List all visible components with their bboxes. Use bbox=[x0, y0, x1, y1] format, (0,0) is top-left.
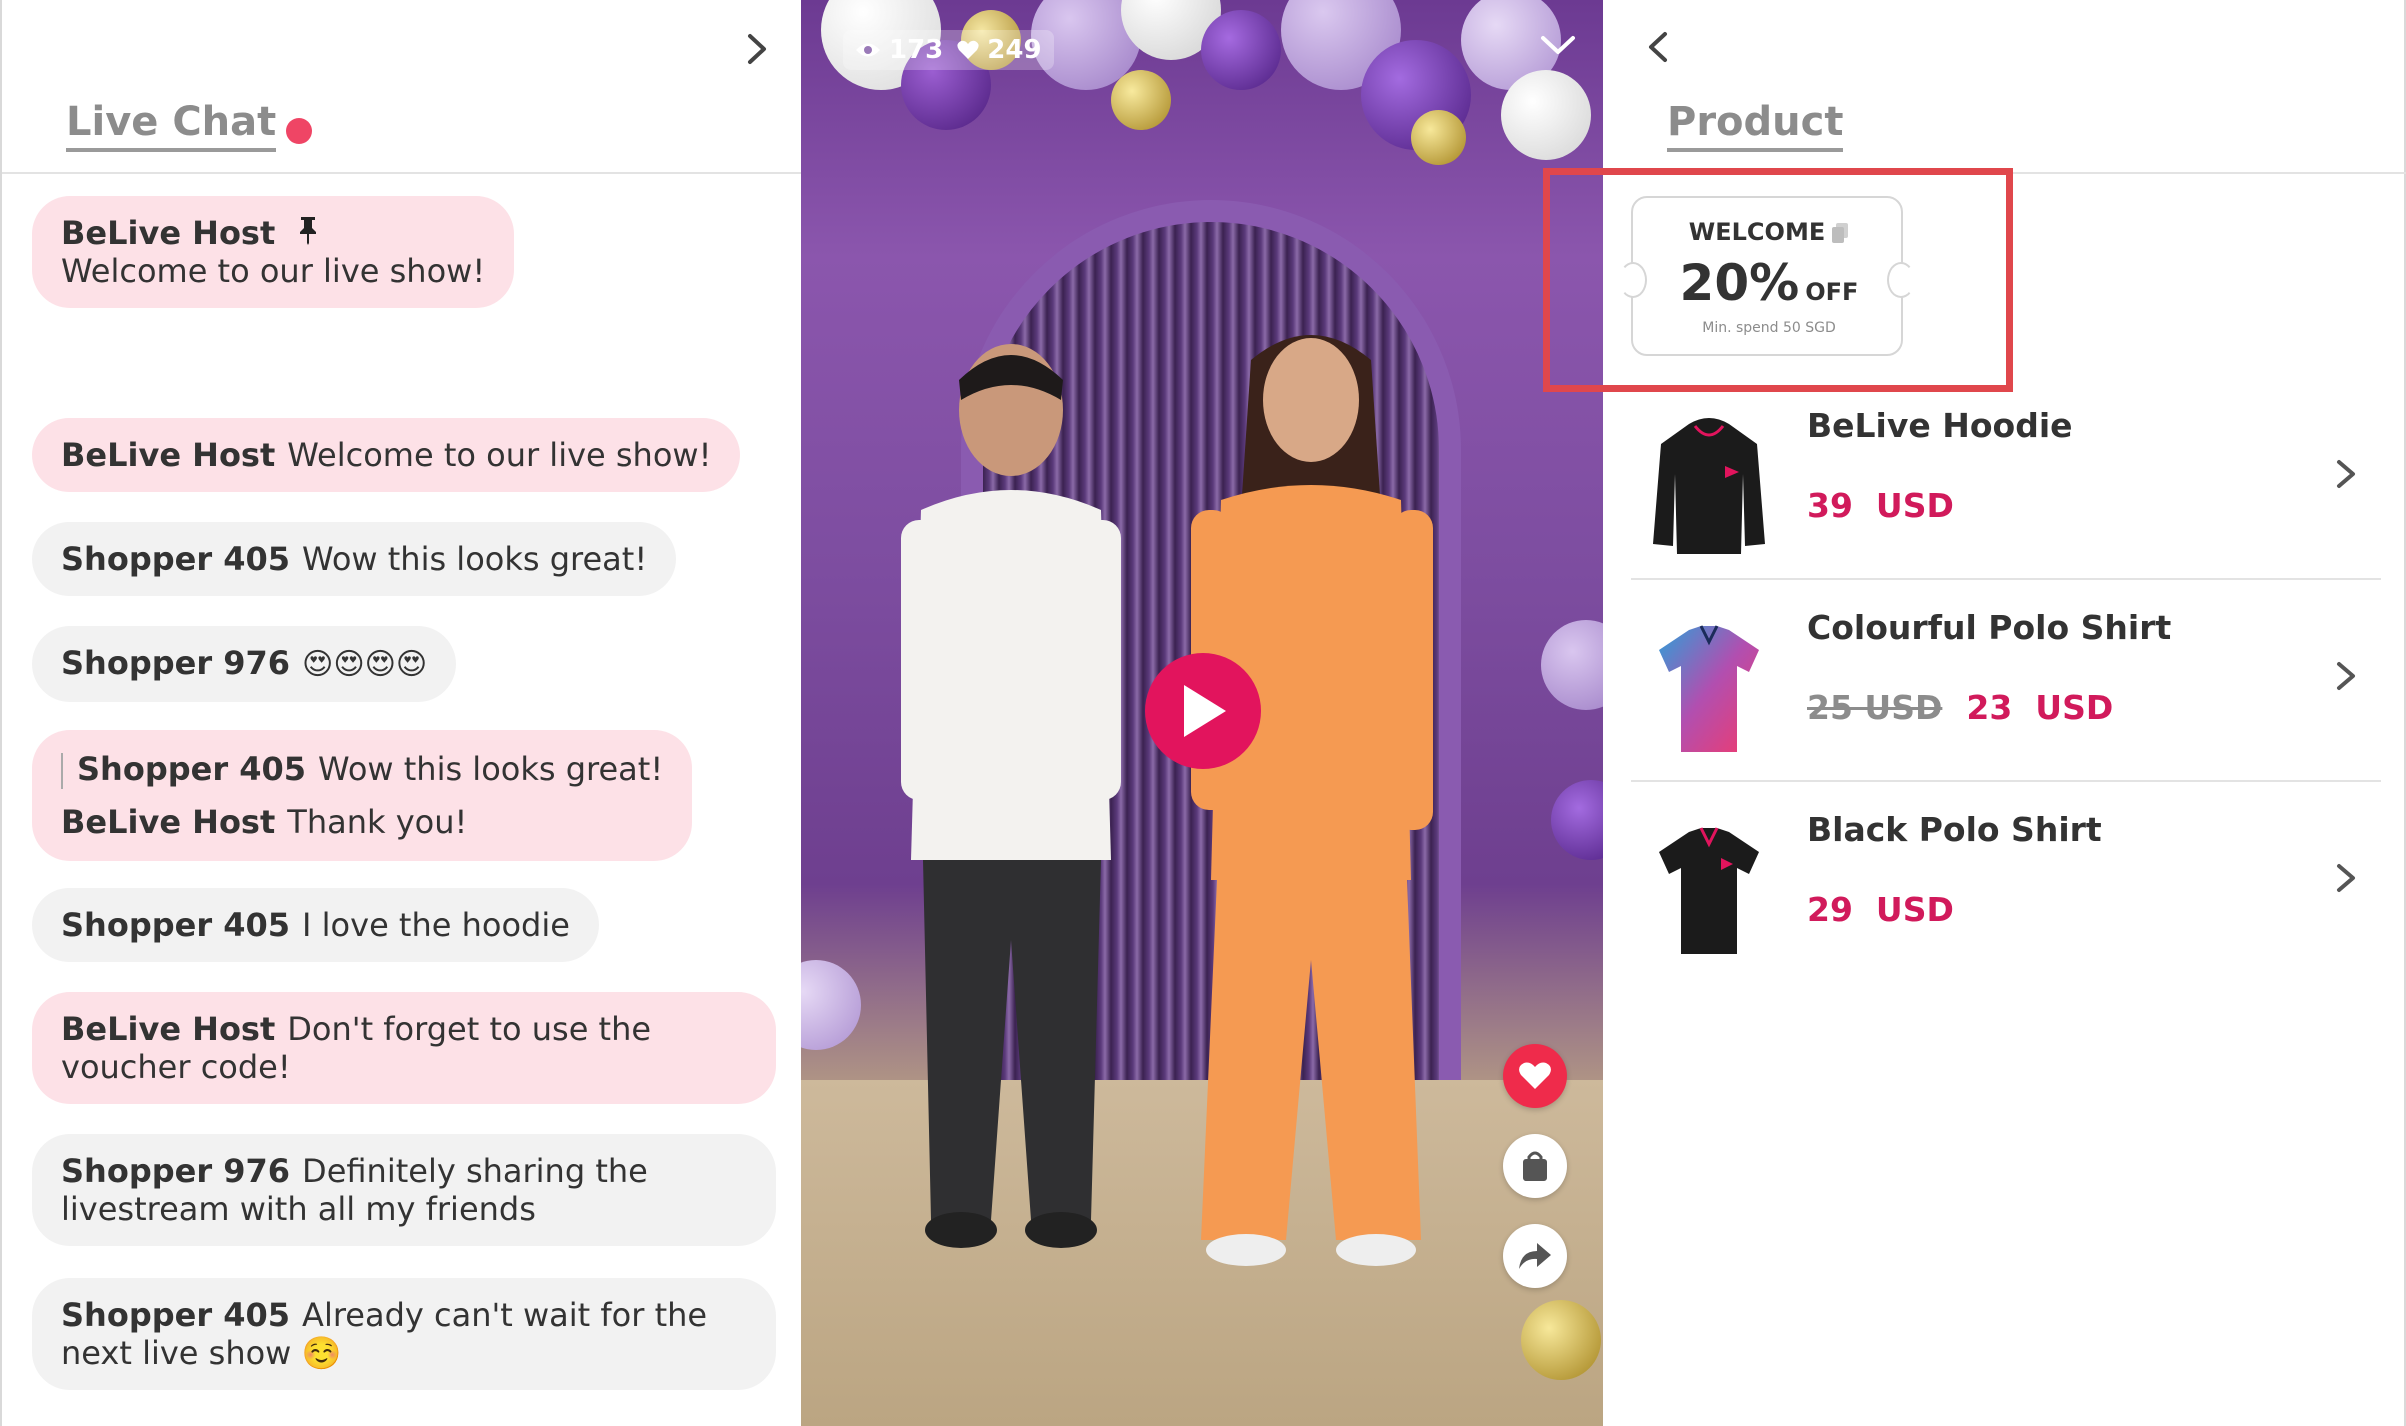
product-image-colourful-polo bbox=[1659, 625, 1759, 752]
voucher-percent: 20% bbox=[1679, 254, 1800, 312]
host-woman-figure bbox=[1191, 335, 1433, 1266]
message-author: BeLive Host bbox=[61, 436, 276, 474]
view-count: 173 bbox=[855, 35, 943, 65]
balloon bbox=[1201, 10, 1281, 90]
host-man-figure bbox=[901, 344, 1121, 1248]
divider bbox=[1631, 578, 2381, 580]
message-author: Shopper 976 bbox=[61, 644, 291, 682]
message-author: BeLive Host bbox=[61, 803, 276, 841]
voucher-card[interactable]: WELCOME 20% OFF Min. spend 50 SGD bbox=[1619, 196, 1915, 356]
voucher-code: WELCOME bbox=[1688, 218, 1826, 246]
chat-message: Shopper 405 Wow this looks great! bbox=[32, 522, 677, 596]
heart-icon bbox=[1519, 1062, 1551, 1089]
tab-live-chat[interactable]: Live Chat bbox=[66, 98, 277, 152]
like-count: 249 bbox=[957, 35, 1042, 65]
product-item[interactable]: Colourful Polo Shirt 25 USD 23 USD bbox=[1631, 598, 2381, 796]
product-price: 39 USD bbox=[1807, 486, 1954, 525]
message-text: Thank you! bbox=[287, 803, 468, 841]
play-button[interactable] bbox=[1145, 653, 1261, 769]
price-value: 29 bbox=[1807, 890, 1853, 929]
message-author: Shopper 405 bbox=[61, 1296, 291, 1334]
video-stats: 173 249 bbox=[843, 30, 1054, 70]
pin-icon bbox=[300, 217, 317, 245]
product-name: BeLive Hoodie bbox=[1807, 406, 2073, 445]
balloon bbox=[1551, 780, 1603, 860]
product-price: 25 USD 23 USD bbox=[1807, 688, 2113, 727]
reply-bar bbox=[61, 753, 63, 789]
pinned-message: BeLive Host Welcome to our live show! bbox=[32, 196, 515, 308]
voucher-code-row: WELCOME bbox=[1633, 218, 1905, 246]
message-text: Welcome to our live show! bbox=[61, 252, 486, 290]
voucher-off-label: OFF bbox=[1805, 278, 1859, 306]
share-button[interactable] bbox=[1503, 1224, 1567, 1288]
chat-header: Live Chat bbox=[66, 98, 313, 152]
balloon bbox=[1411, 110, 1466, 165]
like-count-value: 249 bbox=[987, 35, 1042, 65]
price-value: 23 bbox=[1966, 688, 2013, 727]
play-icon bbox=[1184, 685, 1226, 737]
chat-message: BeLive Host Don't forget to use the vouch… bbox=[32, 992, 776, 1104]
eye-icon bbox=[856, 43, 880, 57]
product-panel: Product WELCOME 20% OFF Min. spend 50 SGD… bbox=[1543, 0, 2406, 1426]
chevron-right-icon[interactable] bbox=[736, 28, 778, 70]
live-chat-panel: Live Chat BeLive Host Welcome to our liv… bbox=[0, 0, 803, 1426]
balloon bbox=[1111, 70, 1171, 130]
balloon bbox=[1501, 70, 1591, 160]
message-author: Shopper 405 bbox=[61, 906, 291, 944]
message-author: Shopper 976 bbox=[61, 1152, 291, 1190]
divider bbox=[1631, 780, 2381, 782]
live-indicator-dot bbox=[286, 118, 313, 144]
voucher-min-spend: Min. spend 50 SGD bbox=[1702, 320, 1836, 336]
chevron-down-icon[interactable] bbox=[1537, 28, 1579, 64]
message-author: BeLive Host bbox=[61, 214, 276, 252]
message-author: Shopper 405 bbox=[61, 540, 291, 578]
message-text: Wow this looks great! bbox=[318, 750, 664, 788]
product-item[interactable]: Black Polo Shirt 29 USD bbox=[1631, 800, 2381, 998]
message-text: 😍😍😍😍 bbox=[302, 647, 428, 682]
copy-icon[interactable] bbox=[1831, 222, 1849, 244]
product-item[interactable]: BeLive Hoodie 39 USD bbox=[1631, 396, 2381, 594]
quoted-message: Shopper 405 Wow this looks great! bbox=[61, 750, 663, 789]
livestream-video[interactable]: 173 249 bbox=[801, 0, 1603, 1426]
voucher-discount: 20% OFF bbox=[1633, 254, 1905, 312]
original-price: 25 USD bbox=[1807, 688, 1943, 727]
message-text: I love the hoodie bbox=[302, 906, 570, 944]
balloon bbox=[1541, 620, 1603, 710]
price-value: 39 bbox=[1807, 486, 1853, 525]
price-currency: USD bbox=[1875, 486, 1954, 525]
message-author: BeLive Host bbox=[61, 1010, 276, 1048]
product-image-black-polo bbox=[1659, 827, 1759, 954]
tab-product[interactable]: Product bbox=[1667, 98, 1844, 152]
shopping-bag-icon bbox=[1523, 1151, 1547, 1181]
chat-message: Shopper 405 I love the hoodie bbox=[32, 888, 599, 962]
view-count-value: 173 bbox=[889, 35, 944, 65]
like-button[interactable] bbox=[1503, 1044, 1567, 1108]
heart-icon bbox=[957, 40, 979, 59]
message-text: Wow this looks great! bbox=[302, 540, 648, 578]
chat-message: BeLive Host Welcome to our live show! bbox=[32, 418, 741, 492]
balloon bbox=[1521, 1300, 1601, 1380]
price-currency: USD bbox=[2035, 688, 2114, 727]
chevron-right-icon bbox=[2337, 864, 2355, 892]
shopping-bag-button[interactable] bbox=[1503, 1134, 1567, 1198]
chevron-right-icon bbox=[2337, 460, 2355, 488]
chevron-left-icon[interactable] bbox=[1639, 26, 1679, 68]
chevron-right-icon bbox=[2337, 662, 2355, 690]
message-author: Shopper 405 bbox=[77, 750, 307, 788]
chat-message: Shopper 976 Definitely sharing the livest… bbox=[32, 1134, 776, 1246]
product-image-hoodie bbox=[1653, 418, 1765, 554]
message-text: Welcome to our live show! bbox=[287, 436, 712, 474]
product-name: Colourful Polo Shirt bbox=[1807, 608, 2172, 647]
chat-message-reply: Shopper 405 Wow this looks great! BeLive … bbox=[32, 730, 693, 861]
product-name: Black Polo Shirt bbox=[1807, 810, 2102, 849]
balloon bbox=[801, 960, 861, 1050]
chat-message: Shopper 976 😍😍😍😍 bbox=[32, 626, 457, 702]
chat-message: Shopper 405 Already can't wait for the ne… bbox=[32, 1278, 776, 1390]
share-icon bbox=[1519, 1243, 1551, 1269]
divider bbox=[2, 172, 803, 174]
price-currency: USD bbox=[1875, 890, 1954, 929]
product-price: 29 USD bbox=[1807, 890, 1954, 929]
